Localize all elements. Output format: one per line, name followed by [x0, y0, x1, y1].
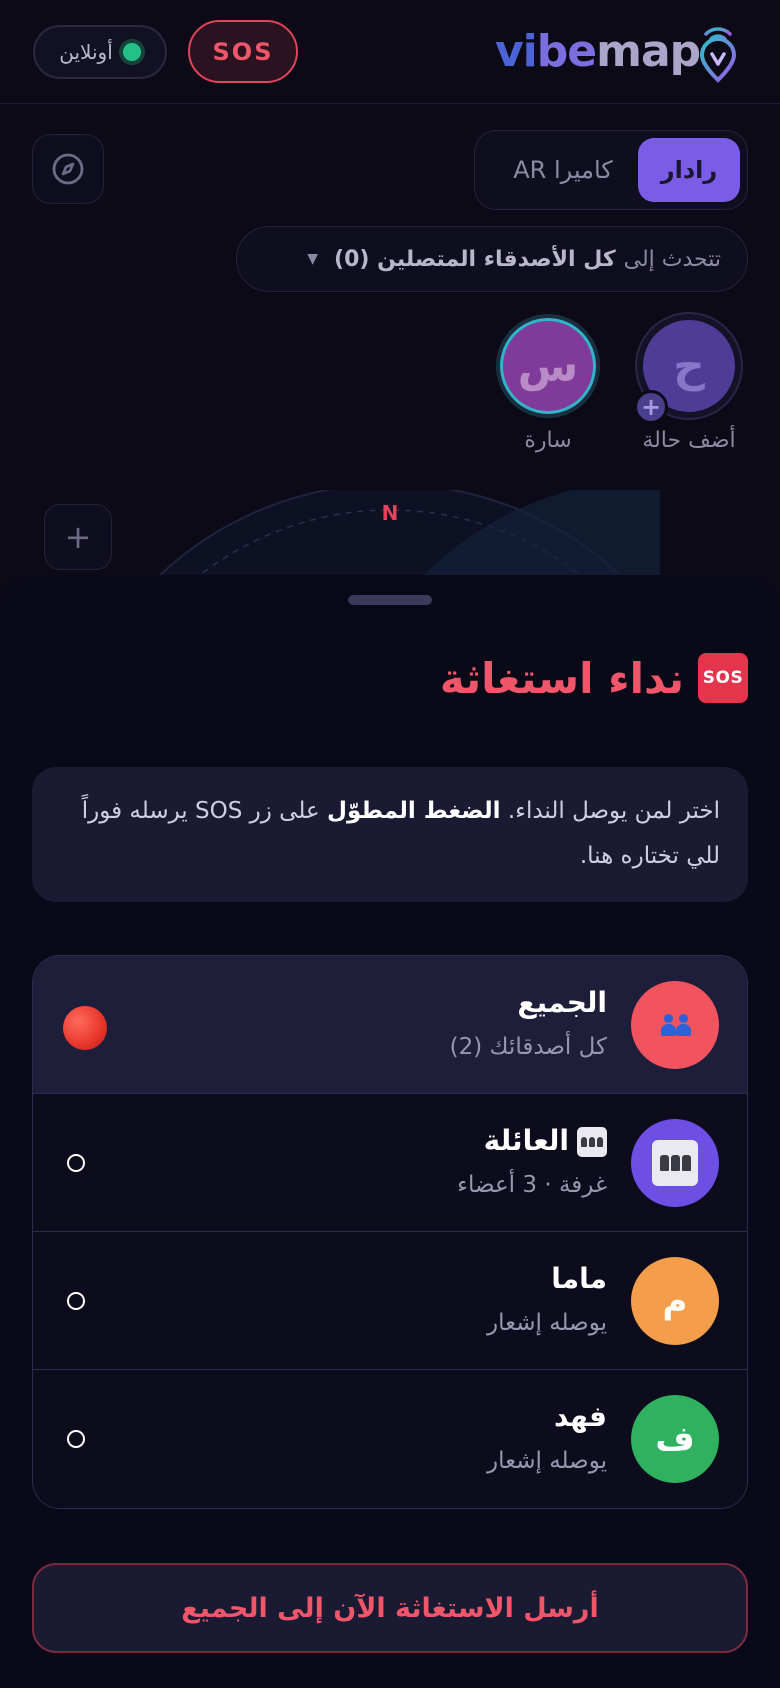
view-mode-toggle: رادار كاميرا AR	[474, 130, 748, 210]
avatar-label: أضف حالة	[642, 428, 736, 453]
avatar-label: سارة	[524, 428, 572, 453]
family-icon	[631, 1119, 719, 1207]
recipient-row-fahad[interactable]: ف فهد يوصله إشعار	[33, 1370, 747, 1508]
recipient-subtitle: غرفة · 3 أعضاء	[457, 1172, 607, 1198]
tab-radar[interactable]: رادار	[638, 138, 740, 202]
online-status-label: أونلاين	[59, 40, 113, 64]
recipient-title: فهد	[554, 1400, 607, 1433]
sos-emoji-icon: SOS	[698, 653, 748, 703]
sos-bottom-sheet: SOS نداء استغاثة اختر لمن يوصل النداء. ا…	[0, 575, 780, 1688]
radar-view: N	[158, 490, 660, 575]
recipient-title: العائلة	[484, 1124, 607, 1157]
talk-target-selector[interactable]: تتحدث إلى كل الأصدقاء المتصلين (0) ▼	[236, 226, 748, 292]
caret-down-icon: ▼	[307, 251, 319, 267]
add-status-plus-icon[interactable]: +	[634, 390, 668, 424]
family-emoji-icon	[577, 1127, 607, 1157]
recipient-subtitle: كل أصدقائك (2)	[449, 1034, 607, 1060]
recipient-row-everyone[interactable]: الجميع كل أصدقائك (2)	[33, 956, 747, 1094]
compass-button[interactable]	[32, 134, 104, 204]
talk-target: كل الأصدقاء المتصلين (0)	[334, 246, 616, 272]
recipient-list: الجميع كل أصدقائك (2) العائلة غرفة · 3 أ…	[32, 955, 748, 1509]
my-status-avatar[interactable]: ح + أضف حالة	[634, 314, 744, 453]
tab-ar-camera[interactable]: كاميرا AR	[488, 138, 638, 202]
recipient-row-family[interactable]: العائلة غرفة · 3 أعضاء	[33, 1094, 747, 1232]
radio-selected-icon[interactable]	[63, 1006, 107, 1050]
radar-north-label: N	[382, 501, 399, 525]
recipient-row-mama[interactable]: م ماما يوصله إشعار	[33, 1232, 747, 1370]
compass-icon	[52, 153, 84, 185]
avatar: م	[631, 1257, 719, 1345]
radio-unselected-icon[interactable]	[67, 1430, 85, 1448]
people-icon	[631, 981, 719, 1069]
recipient-subtitle: يوصله إشعار	[487, 1310, 607, 1336]
send-sos-button[interactable]: أرسل الاستغاثة الآن إلى الجميع	[32, 1563, 748, 1653]
sheet-drag-handle[interactable]	[348, 595, 432, 605]
avatar: ف	[631, 1395, 719, 1483]
info-box: اختر لمن يوصل النداء. الضغط المطوّل على …	[32, 767, 748, 902]
brand-location-pin-icon	[699, 27, 737, 83]
zoom-in-button[interactable]: +	[44, 504, 112, 570]
sos-screen: أونلاين SOS vibemap رادار كاميرا AR تتحد…	[0, 0, 780, 1688]
online-dot-icon	[122, 43, 141, 61]
recipient-title: الجميع	[517, 986, 607, 1019]
top-bar: أونلاين SOS vibemap	[0, 0, 780, 104]
radio-unselected-icon[interactable]	[67, 1154, 85, 1172]
avatar: س	[496, 314, 600, 418]
sos-button[interactable]: SOS	[188, 20, 298, 83]
online-status-pill[interactable]: أونلاين	[33, 25, 167, 79]
friend-avatar-sara[interactable]: س سارة	[493, 314, 603, 453]
talk-prefix: تتحدث إلى	[623, 246, 721, 272]
sheet-title: SOS نداء استغاثة	[440, 653, 748, 703]
recipient-subtitle: يوصله إشعار	[487, 1448, 607, 1474]
recipient-title: ماما	[551, 1262, 607, 1295]
radio-unselected-icon[interactable]	[67, 1292, 85, 1310]
brand-logo-text: vibemap	[495, 26, 701, 77]
sheet-title-text: نداء استغاثة	[439, 653, 684, 703]
